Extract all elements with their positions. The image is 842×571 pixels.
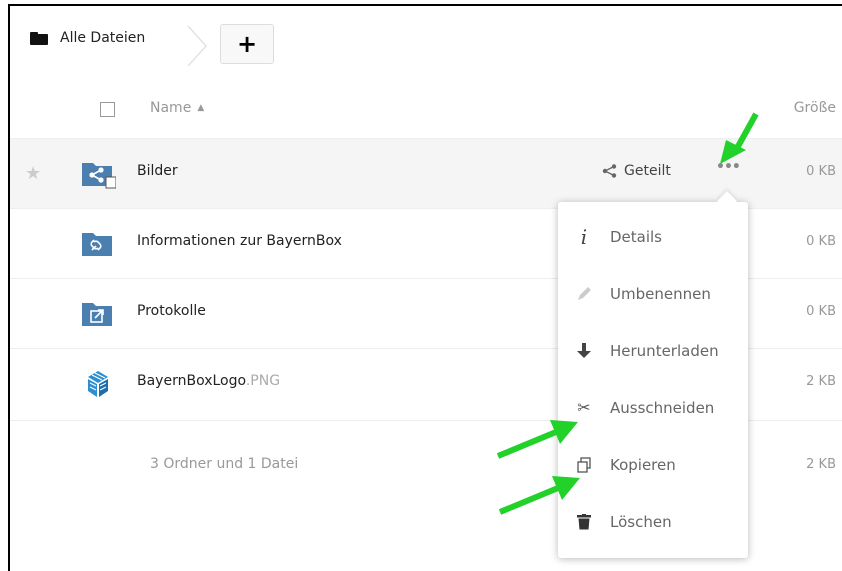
breadcrumb: Alle Dateien + [10, 6, 842, 86]
download-icon [558, 342, 610, 360]
menu-item-download[interactable]: Herunterladen [558, 322, 748, 379]
menu-item-copy[interactable]: Kopieren [558, 436, 748, 493]
sort-by-size-header[interactable]: Größe [794, 100, 836, 116]
bayernbox-logo-icon [88, 371, 108, 397]
menu-item-details[interactable]: i Details [558, 208, 748, 265]
annotation-arrow-icon [496, 420, 578, 459]
menu-item-rename[interactable]: Umbenennen [558, 265, 748, 322]
select-all-checkbox[interactable] [100, 102, 115, 117]
file-name[interactable]: BayernBoxLogo.PNG [137, 373, 280, 389]
shared-button[interactable]: Geteilt [602, 163, 671, 179]
breadcrumb-home[interactable]: Alle Dateien [30, 30, 145, 46]
shared-folder-icon [82, 163, 116, 189]
menu-item-label: Kopieren [610, 455, 676, 474]
sort-ascending-icon: ▲ [197, 103, 205, 113]
name-header-label: Name [150, 100, 192, 116]
share-icon [602, 164, 617, 178]
star-icon[interactable]: ★ [25, 163, 41, 184]
file-size: 0 KB [806, 164, 836, 179]
file-name[interactable]: Informationen zur BayernBox [137, 233, 342, 249]
menu-item-label: Details [610, 227, 663, 246]
sort-by-name-header[interactable]: Name ▲ [150, 100, 204, 116]
external-folder-icon [82, 303, 112, 326]
folder-icon [30, 31, 48, 45]
breadcrumb-separator-icon [187, 26, 207, 66]
breadcrumb-home-label: Alle Dateien [60, 30, 146, 46]
file-size: 2 KB [806, 374, 836, 389]
file-browser-window: Alle Dateien + Name ▲ Größe ★ Bilder Gete [8, 4, 842, 571]
link-folder-icon [82, 233, 112, 256]
add-new-button[interactable]: + [220, 24, 274, 64]
menu-item-label: Umbenennen [610, 284, 711, 303]
shared-label: Geteilt [624, 163, 671, 179]
pencil-icon [558, 286, 610, 302]
menu-item-label: Löschen [610, 512, 672, 531]
menu-item-label: Herunterladen [610, 341, 719, 360]
total-size: 2 KB [806, 457, 836, 472]
file-actions-menu: i Details Umbenennen Herunterladen ✂ Aus… [558, 191, 748, 558]
menu-item-delete[interactable]: Löschen [558, 493, 748, 550]
file-name[interactable]: Protokolle [137, 303, 206, 319]
info-icon: i [580, 224, 588, 249]
annotation-arrow-icon [498, 476, 580, 515]
file-count-summary: 3 Ordner und 1 Datei [150, 456, 299, 472]
annotation-arrow-icon [720, 112, 759, 164]
file-size: 0 KB [806, 304, 836, 319]
file-size: 0 KB [806, 234, 836, 249]
menu-item-label: Ausschneiden [610, 398, 715, 417]
menu-item-cut[interactable]: ✂ Ausschneiden [558, 379, 748, 436]
file-name[interactable]: Bilder [137, 163, 178, 179]
